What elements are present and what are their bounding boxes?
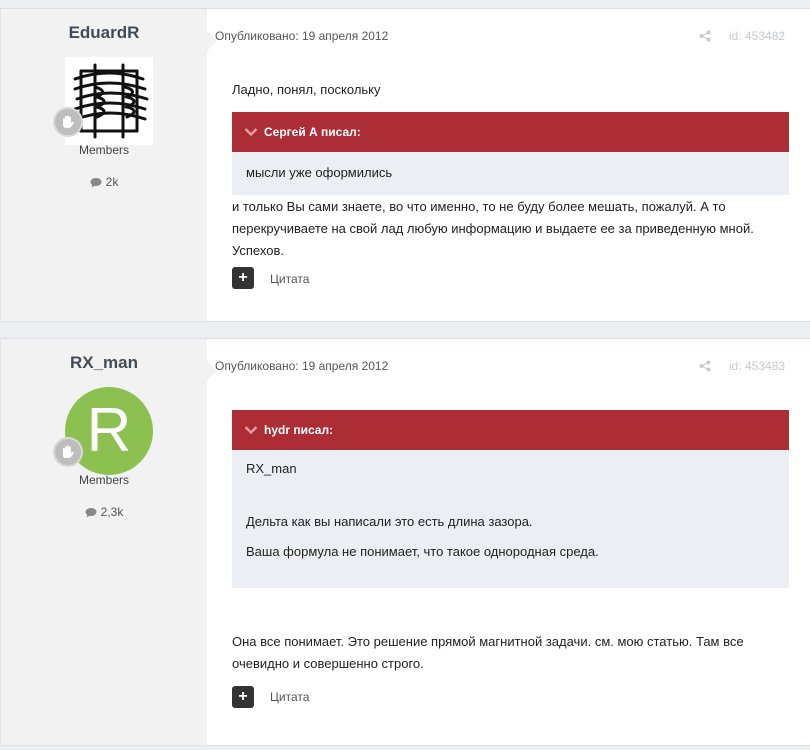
quote-line: Дельта как вы написали это есть длина за… [246,514,533,529]
rank-badge-icon [53,437,83,467]
post-count-value: 2k [105,175,119,189]
quote-header[interactable]: Сергей А писал: [232,112,789,152]
post-date[interactable]: Опубликовано: 19 апреля 2012 [215,359,388,373]
author-panel: EduardR Members 2k [0,9,217,321]
chevron-down-icon [244,128,258,137]
quote-line: RX_man [246,461,297,476]
quote-button[interactable]: Цитата [270,690,309,704]
quote-block: Сергей А писал: мысли уже оформились [232,112,789,195]
post-count: 2,3k [1,505,207,519]
post-count: 2k [1,175,207,189]
post-intro-text: Ладно, понял, поскольку [232,82,381,97]
quote-header[interactable]: hydr писал: [232,410,789,450]
quote-line: Ваша формула не понимает, что такое одно… [246,544,599,559]
multiquote-button[interactable]: + [232,686,254,708]
post-date[interactable]: Опубликовано: 19 апреля 2012 [215,29,388,43]
rank-badge-icon [53,107,83,137]
author-panel: RX_man R Members 2,3k [0,339,217,745]
plus-icon: + [238,269,248,286]
author-group: Members [78,473,129,487]
multiquote-button[interactable]: + [232,267,254,289]
post-id[interactable]: id: 453483 [729,359,785,373]
author-group: Members [78,143,129,157]
share-icon[interactable] [699,359,711,377]
quote-button[interactable]: Цитата [270,272,309,286]
quote-block: hydr писал: RX_man Дельта как вы написал… [232,410,789,588]
author-username[interactable]: RX_man [1,353,207,373]
post-body-text: и только Вы сами знаете, во что именно, … [232,199,754,258]
forum-post: EduardR Members 2k Опубликовано: 19 апре… [0,8,810,322]
quote-line: мысли уже оформились [246,165,393,180]
post-count-value: 2,3k [100,505,124,519]
comment-icon [90,177,102,187]
post-body-text: Она все понимает. Это решение прямой маг… [232,634,744,671]
quote-author: hydr писал: [264,423,334,437]
post-id[interactable]: id: 453482 [729,29,785,43]
chevron-down-icon [244,426,258,435]
plus-icon: + [238,688,248,705]
comment-icon [85,507,97,517]
forum-post: RX_man R Members 2,3k Опубликовано: 19 а… [0,338,810,746]
share-icon[interactable] [699,29,711,47]
author-username[interactable]: EduardR [1,23,207,43]
quote-author: Сергей А писал: [264,125,361,139]
